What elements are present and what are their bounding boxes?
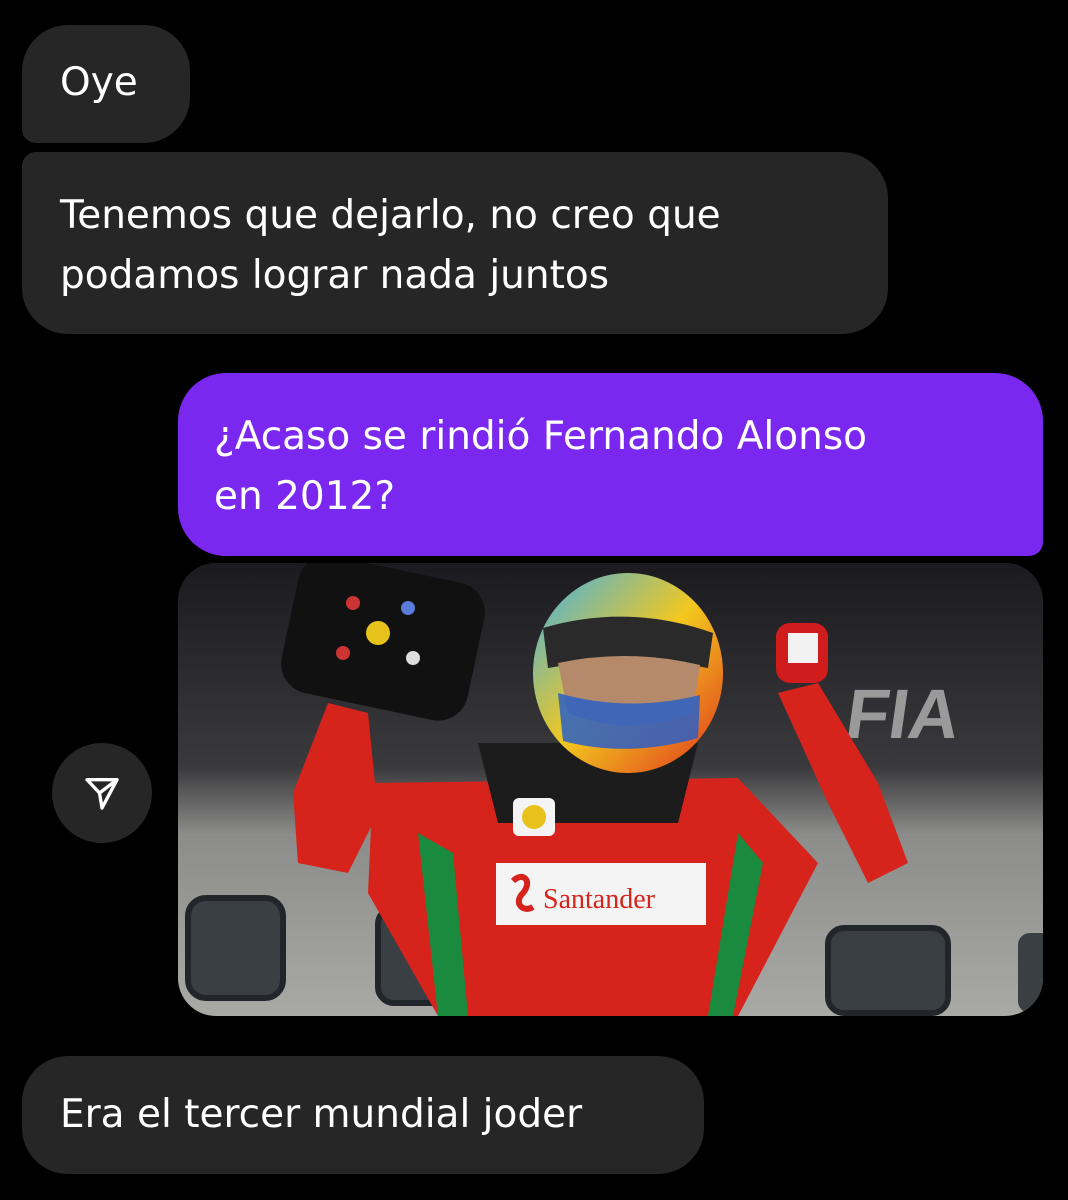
photo-illustration: FIA Santander bbox=[178, 563, 1043, 1016]
wall-logo: FIA bbox=[841, 674, 965, 753]
sponsor-logo: Santander bbox=[543, 884, 656, 915]
sent-message[interactable]: ¿Acaso se rindió Fernando Alonso en 2012… bbox=[178, 373, 1043, 556]
send-icon bbox=[85, 778, 119, 810]
received-message-3[interactable]: Era el tercer mundial joder bbox=[22, 1056, 704, 1174]
received-message-1[interactable]: Oye bbox=[22, 25, 190, 143]
shared-photo[interactable]: FIA Santander bbox=[178, 563, 1043, 1016]
message-text-line-1: Tenemos que dejarlo, no creo que bbox=[60, 193, 721, 238]
message-text-line-1: ¿Acaso se rindió Fernando Alonso bbox=[214, 414, 868, 459]
message-text-line-2: en 2012? bbox=[214, 474, 396, 519]
message-text: Oye bbox=[60, 60, 138, 105]
received-message-2[interactable]: Tenemos que dejarlo, no creo que podamos… bbox=[22, 152, 888, 334]
message-text: Era el tercer mundial joder bbox=[60, 1092, 583, 1137]
share-button[interactable] bbox=[52, 743, 152, 843]
message-text-line-2: podamos lograr nada juntos bbox=[60, 253, 610, 298]
